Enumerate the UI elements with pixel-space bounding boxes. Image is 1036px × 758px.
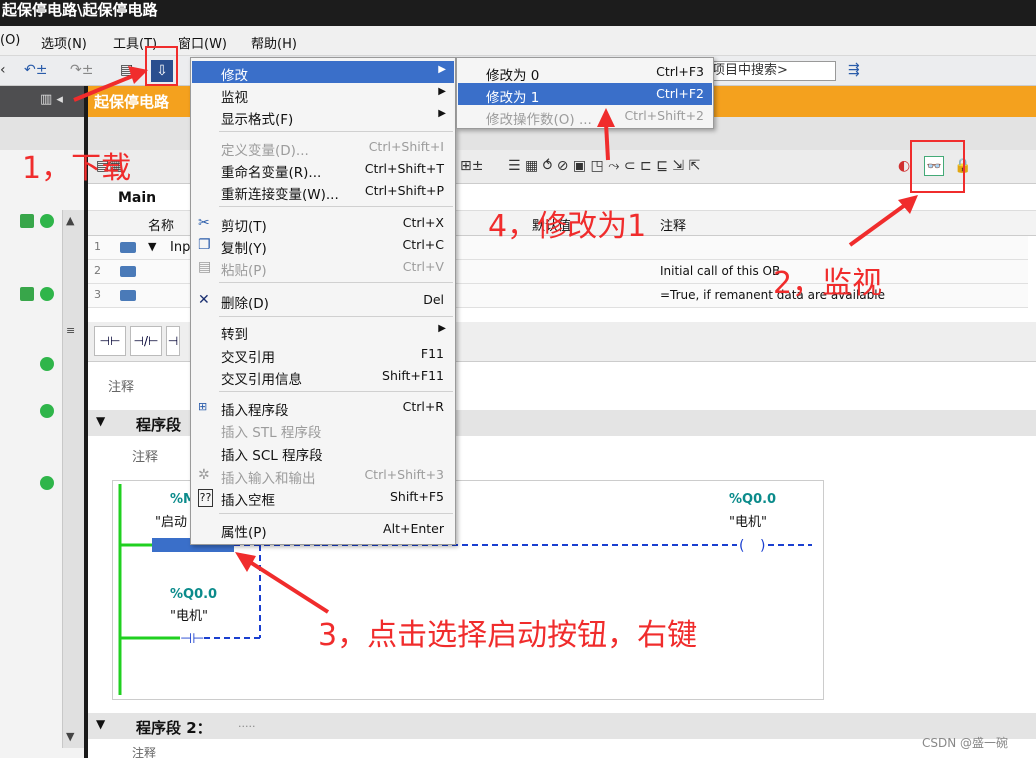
annotation-step2: 2，监视	[773, 266, 883, 301]
annotation-step3: 3，点击选择启动按钮，右键	[318, 618, 698, 653]
annotation-step1: 1，下载	[22, 151, 132, 186]
watermark: CSDN @盛一碗	[922, 736, 1009, 750]
annotation-step4: 4，修改为1	[488, 209, 647, 244]
